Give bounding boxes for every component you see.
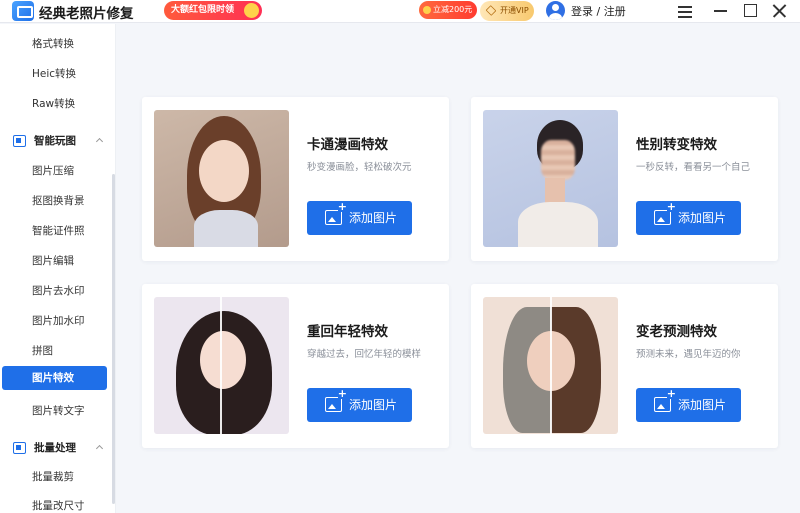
menu-icon[interactable] <box>672 0 698 22</box>
card-description: 穿越过去，回忆年轻的模样 <box>307 349 422 360</box>
add-image-label: 添加图片 <box>349 211 398 225</box>
add-image-label: 添加图片 <box>678 398 727 412</box>
sidebar-scrollbar[interactable] <box>112 174 115 504</box>
effect-card-cartoon: 卡通漫画特效 秒变漫画脸，轻松破次元 添加图片 <box>142 97 449 261</box>
effect-card-gender: 性别转变特效 一秒反转，看看另一个自己 添加图片 <box>471 97 778 261</box>
minimize-icon[interactable] <box>707 0 733 22</box>
add-image-label: 添加图片 <box>678 211 727 225</box>
add-image-button[interactable]: 添加图片 <box>636 201 741 235</box>
card-title: 卡通漫画特效 <box>307 137 388 153</box>
add-image-icon <box>325 202 347 225</box>
sidebar-item-edit[interactable]: 图片编辑 <box>2 249 107 273</box>
card-description: 预测未来，遇见年迈的你 <box>636 349 741 360</box>
chevron-up-icon <box>95 137 104 146</box>
maximize-icon[interactable] <box>737 0 763 22</box>
red-packet-icon <box>244 3 259 18</box>
promo-label: 大额红包限时领 <box>171 5 235 15</box>
effect-card-young: 重回年轻特效 穿越过去，回忆年轻的模样 添加图片 <box>142 284 449 448</box>
coupon-badge[interactable]: 立减200元 <box>419 1 477 19</box>
add-image-icon <box>654 202 676 225</box>
close-icon[interactable] <box>766 0 792 22</box>
user-avatar-icon[interactable] <box>546 1 565 20</box>
sidebar-item-batch-resize[interactable]: 批量改尺寸 <box>2 494 107 513</box>
sidebar-item-format-convert[interactable]: 格式转换 <box>2 32 107 56</box>
title-bar: 经典老照片修复 大额红包限时领 立减200元 开通VIP 登录 / 注册 <box>0 0 800 23</box>
grid-icon <box>13 442 26 454</box>
add-image-label: 添加图片 <box>349 398 398 412</box>
add-image-icon <box>325 389 347 412</box>
card-description: 一秒反转，看看另一个自己 <box>636 162 751 173</box>
vip-label: 开通VIP <box>500 6 529 15</box>
sidebar-item-raw-convert[interactable]: Raw转换 <box>2 92 107 116</box>
add-image-button[interactable]: 添加图片 <box>636 388 741 422</box>
promo-button[interactable]: 大额红包限时领 <box>164 1 262 20</box>
login-link[interactable]: 登录 / 注册 <box>571 3 626 19</box>
sidebar: 格式转换 Heic转换 Raw转换 智能玩图 图片压缩 抠图换背景 智能证件照 … <box>0 24 116 513</box>
add-image-button[interactable]: 添加图片 <box>307 388 412 422</box>
sidebar-item-heic-convert[interactable]: Heic转换 <box>2 62 107 86</box>
chevron-up-icon <box>95 444 104 453</box>
sidebar-item-id-photo[interactable]: 智能证件照 <box>2 219 107 243</box>
young-sample-image <box>154 297 289 434</box>
sidebar-item-ocr[interactable]: 图片转文字 <box>2 399 107 423</box>
cartoon-sample-image <box>154 110 289 247</box>
sidebar-item-effects[interactable]: 图片特效 <box>2 366 107 390</box>
diamond-icon <box>485 5 497 16</box>
sidebar-group-label: 智能玩图 <box>34 135 76 147</box>
app-logo-icon <box>12 1 34 21</box>
sidebar-group-batch[interactable]: 批量处理 <box>13 437 108 459</box>
sidebar-group-smart[interactable]: 智能玩图 <box>13 130 108 152</box>
sidebar-item-add-watermark[interactable]: 图片加水印 <box>2 309 107 333</box>
card-description: 秒变漫画脸，轻松破次元 <box>307 162 412 173</box>
add-image-icon <box>654 389 676 412</box>
add-image-button[interactable]: 添加图片 <box>307 201 412 235</box>
vip-button[interactable]: 开通VIP <box>480 1 534 21</box>
sidebar-item-cutout[interactable]: 抠图换背景 <box>2 189 107 213</box>
sidebar-item-collage[interactable]: 拼图 <box>2 339 107 363</box>
sidebar-item-batch-crop[interactable]: 批量裁剪 <box>2 465 107 489</box>
aging-sample-image <box>483 297 618 434</box>
card-title: 变老预测特效 <box>636 324 717 340</box>
image-icon <box>13 135 26 147</box>
card-title: 重回年轻特效 <box>307 324 388 340</box>
sidebar-item-remove-watermark[interactable]: 图片去水印 <box>2 279 107 303</box>
app-title: 经典老照片修复 <box>39 6 134 22</box>
sidebar-group-label: 批量处理 <box>34 442 76 454</box>
gender-sample-image <box>483 110 618 247</box>
card-title: 性别转变特效 <box>636 137 717 153</box>
effect-card-old: 变老预测特效 预测未来，遇见年迈的你 添加图片 <box>471 284 778 448</box>
sidebar-item-compress[interactable]: 图片压缩 <box>2 159 107 183</box>
